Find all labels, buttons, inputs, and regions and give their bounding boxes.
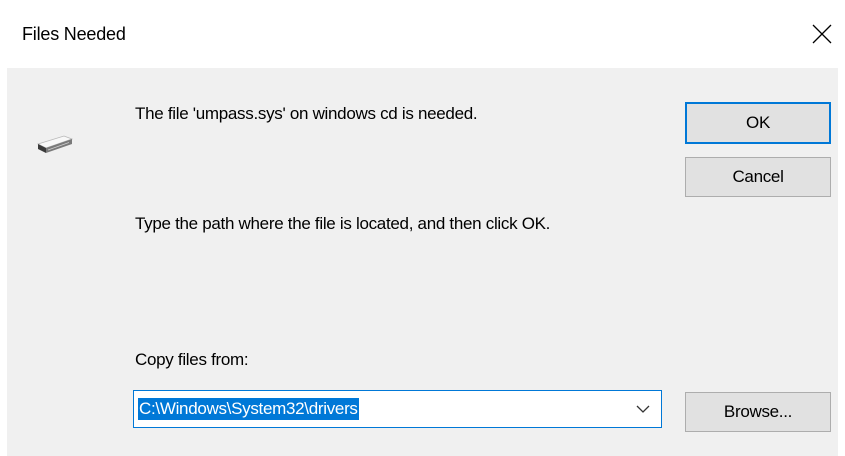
title-bar: Files Needed bbox=[0, 0, 845, 68]
instruction-message: Type the path where the file is located,… bbox=[135, 214, 551, 233]
browse-button[interactable]: Browse... bbox=[685, 392, 831, 432]
files-needed-dialog: Files Needed The file 'umpass.sys' on wi… bbox=[0, 0, 845, 456]
file-needed-message: The file 'umpass.sys' on windows cd is n… bbox=[135, 104, 478, 123]
close-icon bbox=[812, 24, 832, 44]
copy-files-label: Copy files from: bbox=[135, 350, 249, 369]
dialog-body: The file 'umpass.sys' on windows cd is n… bbox=[7, 68, 838, 456]
drive-icon bbox=[36, 135, 74, 153]
close-button[interactable] bbox=[799, 12, 845, 56]
copy-files-path-value[interactable]: C:\Windows\System32\drivers bbox=[138, 398, 359, 420]
copy-files-from-combobox[interactable]: C:\Windows\System32\drivers bbox=[133, 390, 662, 428]
chevron-down-icon[interactable] bbox=[635, 403, 651, 415]
dialog-title: Files Needed bbox=[22, 24, 126, 44]
cancel-button[interactable]: Cancel bbox=[685, 157, 831, 197]
ok-button[interactable]: OK bbox=[685, 102, 831, 144]
